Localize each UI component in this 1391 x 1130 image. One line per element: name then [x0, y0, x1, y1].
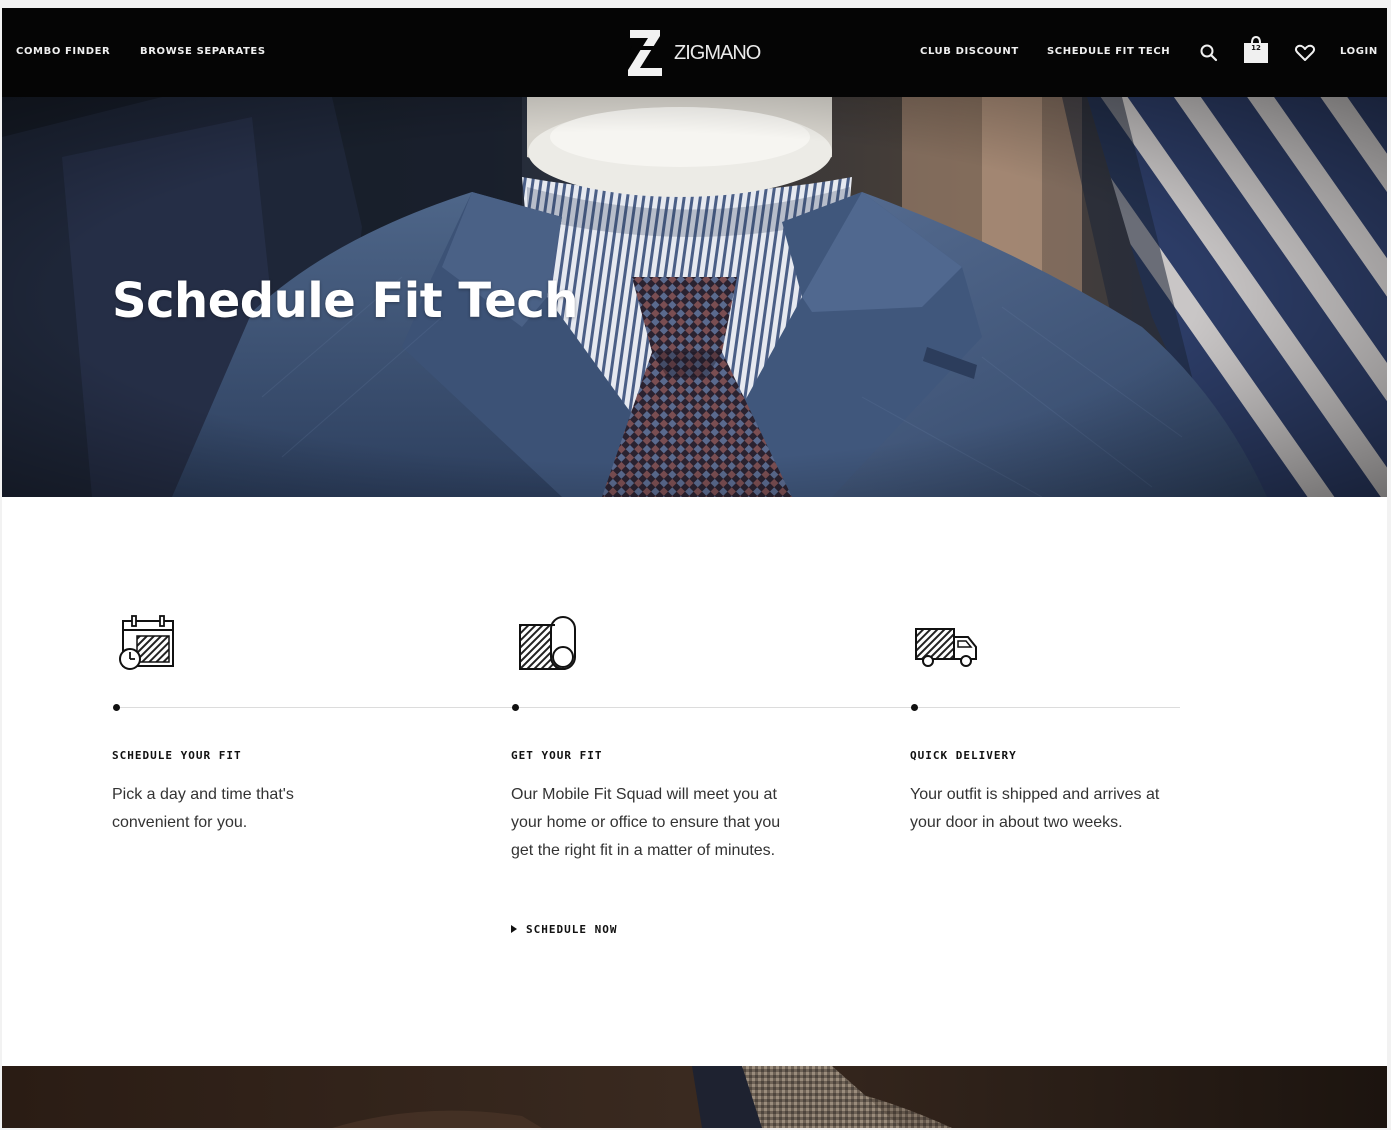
zigmano-monogram-icon: [628, 30, 662, 76]
step-schedule-your-fit: SCHEDULE YOUR FIT Pick a day and time th…: [112, 497, 412, 1067]
delivery-truck-icon: [910, 613, 980, 673]
calendar-clock-icon: [112, 613, 182, 673]
nav-schedule-fit-tech[interactable]: SCHEDULE FIT TECH: [1047, 46, 1170, 57]
nav-browse-separates[interactable]: BROWSE SEPARATES: [140, 46, 266, 57]
cart-count-badge: 12: [1251, 44, 1261, 52]
step-get-your-fit: GET YOUR FIT Our Mobile Fit Squad will m…: [511, 497, 811, 1067]
schedule-now-label: SCHEDULE NOW: [526, 923, 618, 936]
bottom-tweed-jacket-image: [2, 1066, 1387, 1128]
step-marker-dot: [911, 704, 918, 711]
brand-logo[interactable]: ZIGMANO: [624, 28, 774, 78]
step-description: Pick a day and time that's convenient fo…: [112, 786, 294, 831]
fabric-roll-icon: [511, 613, 581, 673]
page-frame: COMBO FINDER BROWSE SEPARATES ZIGMANO CL…: [2, 8, 1387, 1128]
how-it-works-section: SCHEDULE YOUR FIT Pick a day and time th…: [2, 497, 1387, 1067]
schedule-now-link[interactable]: SCHEDULE NOW: [511, 923, 617, 936]
play-arrow-icon: [511, 925, 517, 933]
hero-banner: Schedule Fit Tech: [2, 97, 1387, 497]
shopping-bag-icon[interactable]: 12: [1243, 35, 1269, 65]
nav-login[interactable]: LOGIN: [1340, 46, 1378, 57]
step-marker-dot: [512, 704, 519, 711]
top-navigation: COMBO FINDER BROWSE SEPARATES ZIGMANO CL…: [2, 8, 1387, 97]
step-quick-delivery: QUICK DELIVERY Your outfit is shipped an…: [910, 497, 1210, 1067]
heart-icon[interactable]: [1294, 43, 1316, 63]
step-description: Our Mobile Fit Squad will meet you at yo…: [511, 786, 781, 859]
step-title: SCHEDULE YOUR FIT: [112, 749, 242, 762]
search-icon[interactable]: [1199, 43, 1219, 63]
bottom-image-band: [2, 1066, 1387, 1128]
brand-wordmark: ZIGMANO: [674, 42, 761, 64]
step-title: GET YOUR FIT: [511, 749, 603, 762]
step-title: QUICK DELIVERY: [910, 749, 1017, 762]
nav-combo-finder[interactable]: COMBO FINDER: [16, 46, 110, 57]
nav-club-discount[interactable]: CLUB DISCOUNT: [920, 46, 1019, 57]
step-description: Your outfit is shipped and arrives at yo…: [910, 786, 1160, 831]
hero-title: Schedule Fit Tech: [112, 273, 578, 329]
step-marker-dot: [113, 704, 120, 711]
